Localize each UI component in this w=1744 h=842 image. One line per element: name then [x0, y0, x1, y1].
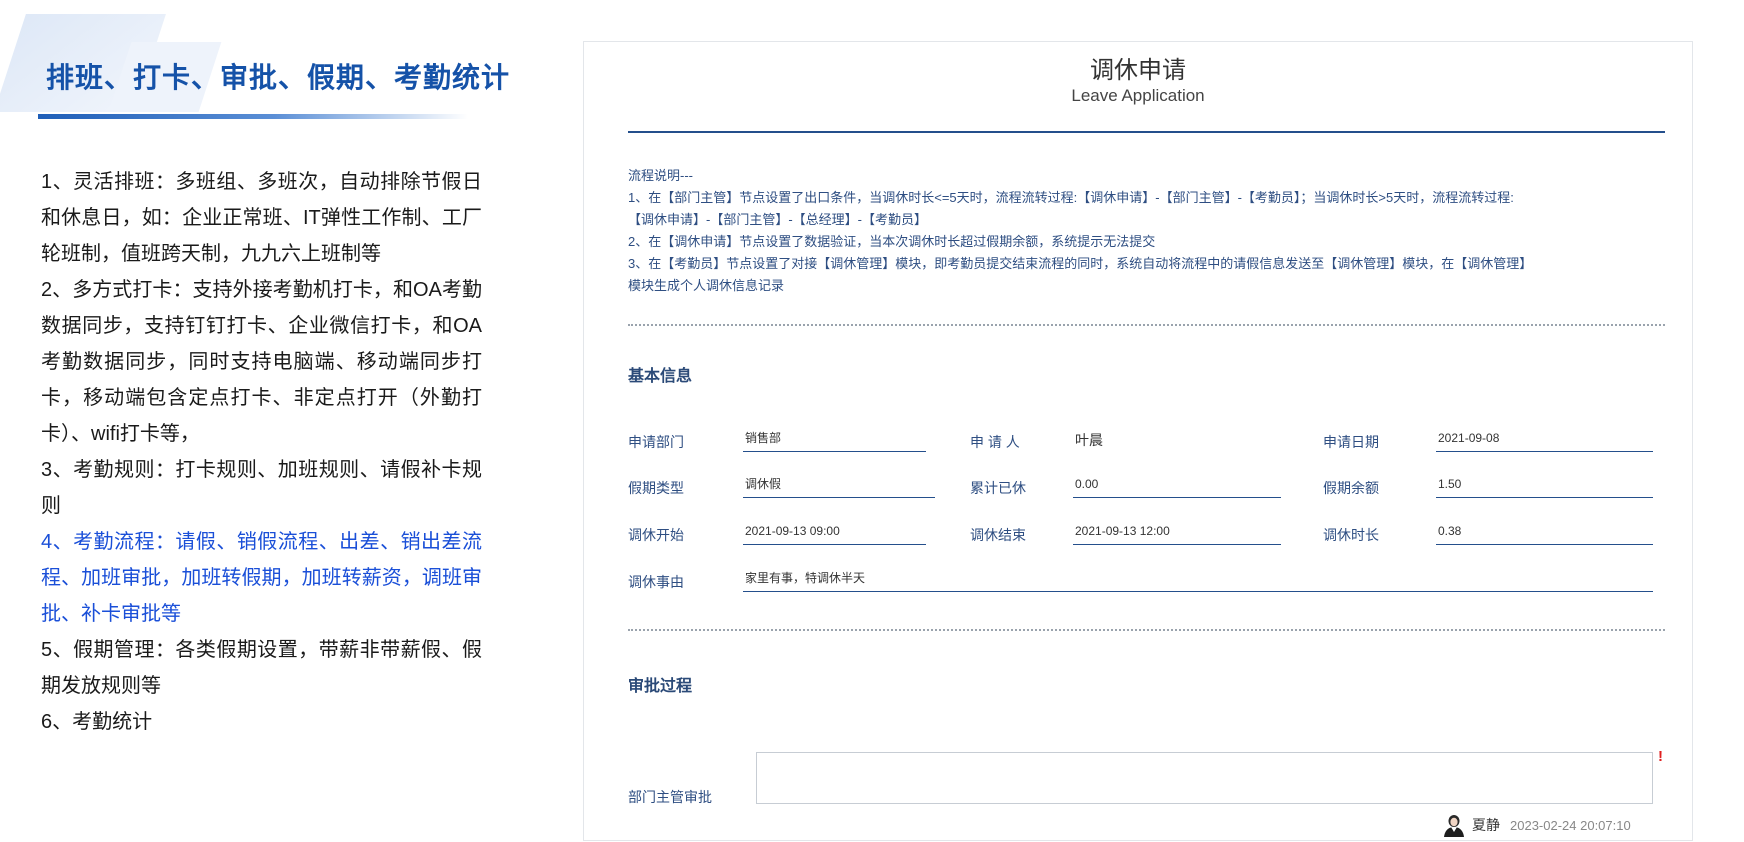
leave-application-form: 调休申请 Leave Application 流程说明--- 1、在【部门主管】… — [583, 41, 1693, 841]
section-divider — [628, 324, 1665, 326]
section-divider — [628, 629, 1665, 631]
dept-field[interactable]: 销售部 — [743, 428, 926, 452]
leave-type-field[interactable]: 调休假 — [743, 474, 935, 498]
duration-field[interactable]: 0.38 — [1436, 521, 1653, 545]
notes-line: 3、在【考勤员】节点设置了对接【调休管理】模块，即考勤员提交结束流程的同时，系统… — [628, 256, 1533, 271]
title-underline — [38, 114, 468, 119]
dept-manager-approval-label: 部门主管审批 — [628, 789, 712, 805]
form-subtitle: Leave Application — [1071, 86, 1205, 105]
apply-date-field[interactable]: 2021-09-08 — [1436, 428, 1653, 452]
dept-manager-approval-input[interactable] — [756, 752, 1653, 804]
basic-info-heading: 基本信息 — [628, 368, 693, 385]
notes-line: 1、在【部门主管】节点设置了出口条件，当调休时长<=5天时，流程流转过程:【调休… — [628, 190, 1514, 205]
notes-line: 2、在【调休申请】节点设置了数据验证，当本次调休时长超过假期余额，系统提示无法提… — [628, 234, 1156, 249]
feature-item-rules: 3、考勤规则：打卡规则、加班规则、请假补卡规则 — [41, 459, 482, 517]
form-title: 调休申请 — [1090, 57, 1186, 84]
notes-line: 【调休申请】-【部门主管】-【总经理】-【考勤员】 — [628, 212, 927, 227]
duration-label: 调休时长 — [1323, 527, 1379, 543]
start-time-label: 调休开始 — [628, 527, 684, 543]
required-mark: ! — [1658, 748, 1663, 765]
feature-item-scheduling: 1、灵活排班：多班组、多班次，自动排除节假日和休息日，如：企业正常班、IT弹性工… — [41, 171, 482, 265]
leave-balance-field[interactable]: 1.50 — [1436, 474, 1653, 498]
applicant-label: 申 请 人 — [970, 434, 1020, 450]
end-time-label: 调休结束 — [970, 527, 1026, 543]
applicant-value: 叶晨 — [1075, 432, 1103, 448]
leave-balance-label: 假期余额 — [1323, 480, 1379, 496]
avatar — [1442, 813, 1466, 837]
signature-timestamp: 2023-02-24 20:07:10 — [1510, 817, 1631, 833]
process-notes: 流程说明--- 1、在【部门主管】节点设置了出口条件，当调休时长<=5天时，流程… — [628, 165, 1668, 297]
feature-item-workflow: 4、考勤流程：请假、销假流程、出差、销出差流程、加班审批，加班转假期，加班转薪资… — [41, 531, 482, 625]
feature-item-clock-in: 2、多方式打卡：支持外接考勤机打卡，和OA考勤数据同步，支持钉钉打卡、企业微信打… — [41, 279, 482, 445]
reason-field[interactable]: 家里有事，特调休半天 — [743, 568, 1653, 592]
approval-signature: 夏静 2023-02-24 20:07:10 — [1442, 812, 1631, 838]
feature-item-leave-management: 5、假期管理：各类假期设置，带薪非带薪假、假期发放规则等 — [41, 639, 482, 697]
header-divider — [628, 131, 1665, 133]
notes-line: 模块生成个人调休信息记录 — [628, 278, 785, 293]
dept-label: 申请部门 — [628, 434, 684, 450]
signer-name: 夏静 — [1472, 817, 1500, 833]
end-time-field[interactable]: 2021-09-13 12:00 — [1073, 521, 1281, 545]
apply-date-label: 申请日期 — [1323, 434, 1379, 450]
reason-label: 调休事由 — [628, 574, 684, 590]
leave-type-label: 假期类型 — [628, 480, 684, 496]
approval-heading: 审批过程 — [628, 678, 693, 695]
feature-list: 1、灵活排班：多班组、多班次，自动排除节假日和休息日，如：企业正常班、IT弹性工… — [41, 164, 482, 740]
used-leave-label: 累计已休 — [970, 480, 1026, 496]
page-title: 排班、打卡、审批、假期、考勤统计 — [46, 62, 511, 93]
feature-item-statistics: 6、考勤统计 — [41, 711, 153, 733]
start-time-field[interactable]: 2021-09-13 09:00 — [743, 521, 926, 545]
used-leave-field[interactable]: 0.00 — [1073, 474, 1281, 498]
notes-heading: 流程说明--- — [628, 168, 693, 183]
